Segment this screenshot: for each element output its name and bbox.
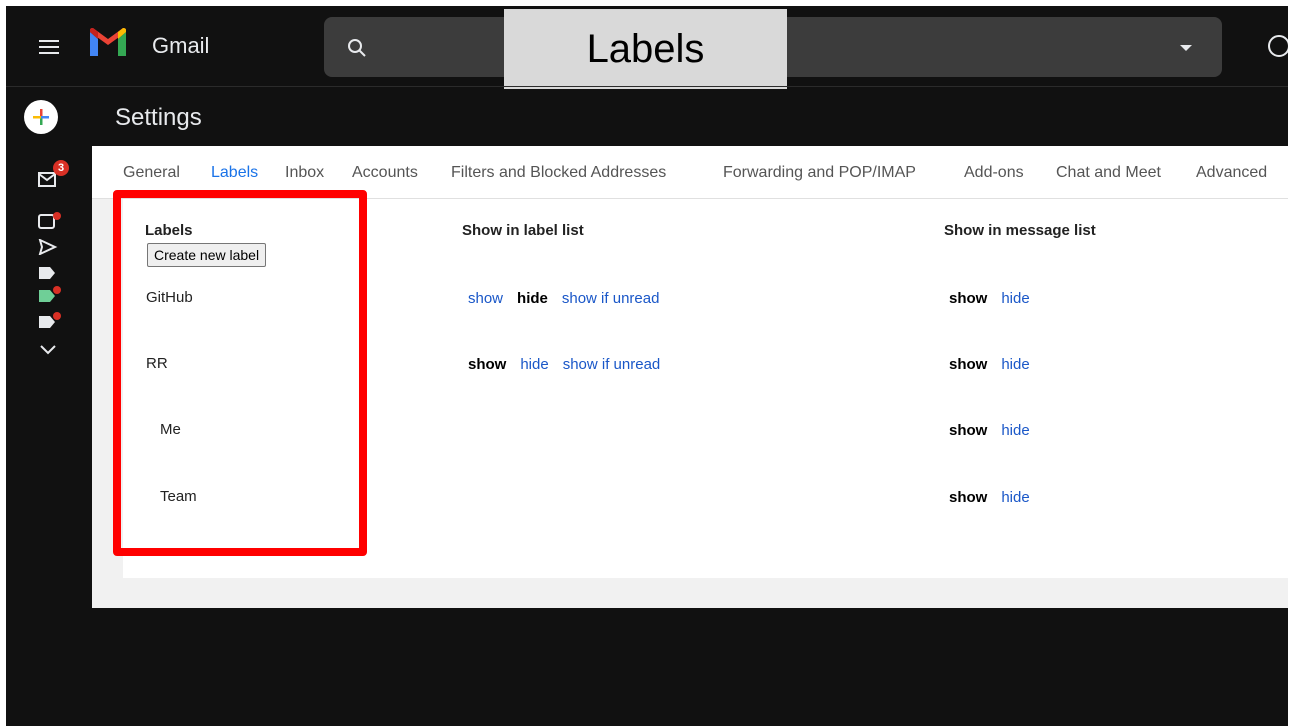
page-title: Settings: [115, 104, 202, 131]
tab-chat-meet[interactable]: Chat and Meet: [1056, 164, 1161, 182]
show-if-unread-link[interactable]: show if unread: [563, 356, 661, 373]
chevron-down-icon[interactable]: [38, 342, 58, 358]
tab-general[interactable]: General: [123, 164, 180, 182]
show-current: show: [949, 422, 988, 439]
message-list-visibility: show hide: [949, 489, 1044, 506]
show-link[interactable]: show: [468, 290, 503, 307]
inbox-unread-badge: 3: [53, 160, 69, 176]
show-current: show: [949, 290, 988, 307]
tab-addons[interactable]: Add-ons: [964, 164, 1024, 182]
tab-inbox[interactable]: Inbox: [285, 164, 324, 182]
message-list-visibility: show hide: [949, 422, 1044, 439]
show-if-unread-link[interactable]: show if unread: [562, 290, 660, 307]
hide-link[interactable]: hide: [1001, 489, 1029, 506]
search-options-chevron-icon[interactable]: [1180, 45, 1192, 51]
hide-current: hide: [517, 290, 548, 307]
support-icon[interactable]: [1268, 35, 1288, 57]
label-list-visibility: show hide show if unread: [468, 290, 673, 307]
hide-link[interactable]: hide: [1001, 356, 1029, 373]
message-list-visibility: show hide: [949, 290, 1044, 307]
inbox-mail-icon[interactable]: [38, 172, 58, 188]
search-icon[interactable]: [346, 37, 368, 59]
label-list-column-header: Show in label list: [462, 222, 584, 239]
gmail-wordmark: Gmail: [152, 33, 210, 58]
hide-link[interactable]: hide: [1001, 290, 1029, 307]
gmail-logo-icon[interactable]: [90, 28, 126, 56]
hide-link[interactable]: hide: [1001, 422, 1029, 439]
message-list-visibility: show hide: [949, 356, 1044, 373]
send-icon[interactable]: [38, 239, 58, 255]
highlight-annotation-box: [113, 190, 367, 556]
tab-filters[interactable]: Filters and Blocked Addresses: [451, 164, 666, 182]
show-current: show: [468, 356, 507, 373]
compose-button[interactable]: [24, 100, 58, 134]
chat-notification-dot: [53, 212, 61, 220]
show-current: show: [949, 356, 988, 373]
tab-accounts[interactable]: Accounts: [352, 164, 418, 182]
overlay-caption: Labels: [504, 9, 787, 89]
tab-forwarding[interactable]: Forwarding and POP/IMAP: [723, 164, 916, 182]
tab-advanced[interactable]: Advanced: [1196, 164, 1267, 182]
plus-icon: [33, 109, 49, 125]
label-notification-dot: [53, 286, 61, 294]
label-list-visibility: show hide show if unread: [468, 356, 674, 373]
hide-link[interactable]: hide: [520, 356, 548, 373]
main-menu-icon[interactable]: [39, 40, 59, 54]
label-notification-dot: [53, 312, 61, 320]
label-tag-icon[interactable]: [38, 265, 58, 281]
tab-labels[interactable]: Labels: [211, 164, 258, 182]
show-current: show: [949, 489, 988, 506]
message-list-column-header: Show in message list: [944, 222, 1096, 239]
topbar-divider: [6, 86, 1288, 87]
